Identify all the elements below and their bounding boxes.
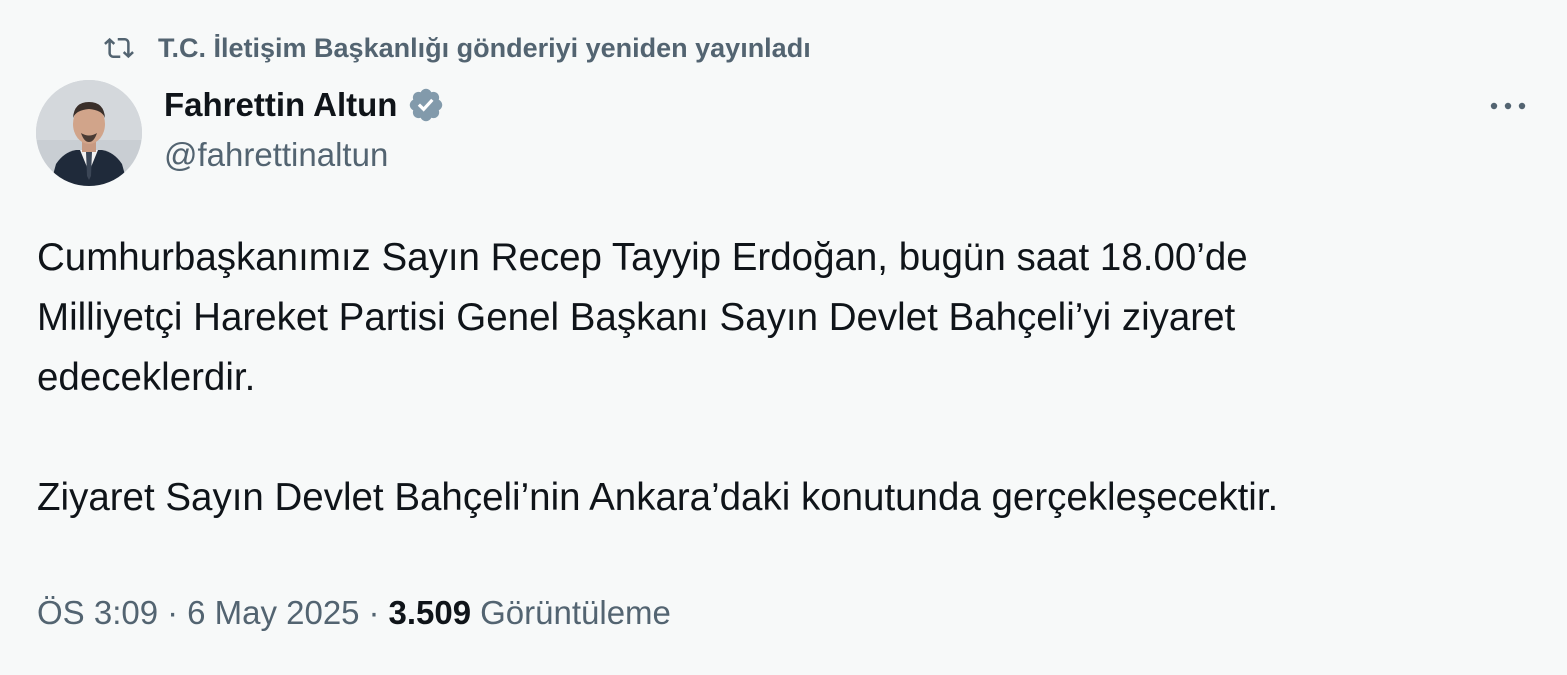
retweet-context[interactable]: T.C. İletişim Başkanlığı gönderiyi yenid… [102, 28, 811, 68]
author-name[interactable]: Fahrettin Altun [164, 86, 397, 124]
tweet-card: T.C. İletişim Başkanlığı gönderiyi yenid… [0, 0, 1567, 675]
tweet-text-line: Cumhurbaşkanımız Sayın Recep Tayyip Erdo… [37, 236, 1248, 279]
author-avatar[interactable] [36, 80, 142, 186]
tweet-text-line: Ziyaret Sayın Devlet Bahçeli’nin Ankara’… [37, 476, 1279, 519]
author-name-row: Fahrettin Altun [164, 82, 445, 128]
tweet-time[interactable]: ÖS 3:09 [37, 594, 158, 632]
tweet-date[interactable]: 6 May 2025 [187, 594, 359, 632]
views-label: Görüntüleme [480, 594, 671, 631]
meta-separator: · [167, 594, 179, 631]
tweet-text-line: Milliyetçi Hareket Partisi Genel Başkanı… [37, 296, 1236, 339]
verified-badge-icon[interactable] [407, 86, 445, 124]
author-handle[interactable]: @fahrettinaltun [164, 136, 388, 174]
retweet-icon [102, 33, 136, 63]
tweet-text-line: edeceklerdir. [37, 356, 256, 399]
views-count[interactable]: 3.509 [389, 594, 472, 632]
retweet-label: T.C. İletişim Başkanlığı gönderiyi yenid… [158, 32, 811, 63]
tweet-meta: ÖS 3:09 · 6 May 2025 · 3.509 Görüntüleme [37, 588, 671, 638]
more-options-button[interactable] [1484, 86, 1532, 126]
tweet-text: Cumhurbaşkanımız Sayın Recep Tayyip Erdo… [37, 228, 1537, 528]
meta-separator: · [368, 594, 380, 631]
more-horizontal-icon [1488, 101, 1528, 111]
